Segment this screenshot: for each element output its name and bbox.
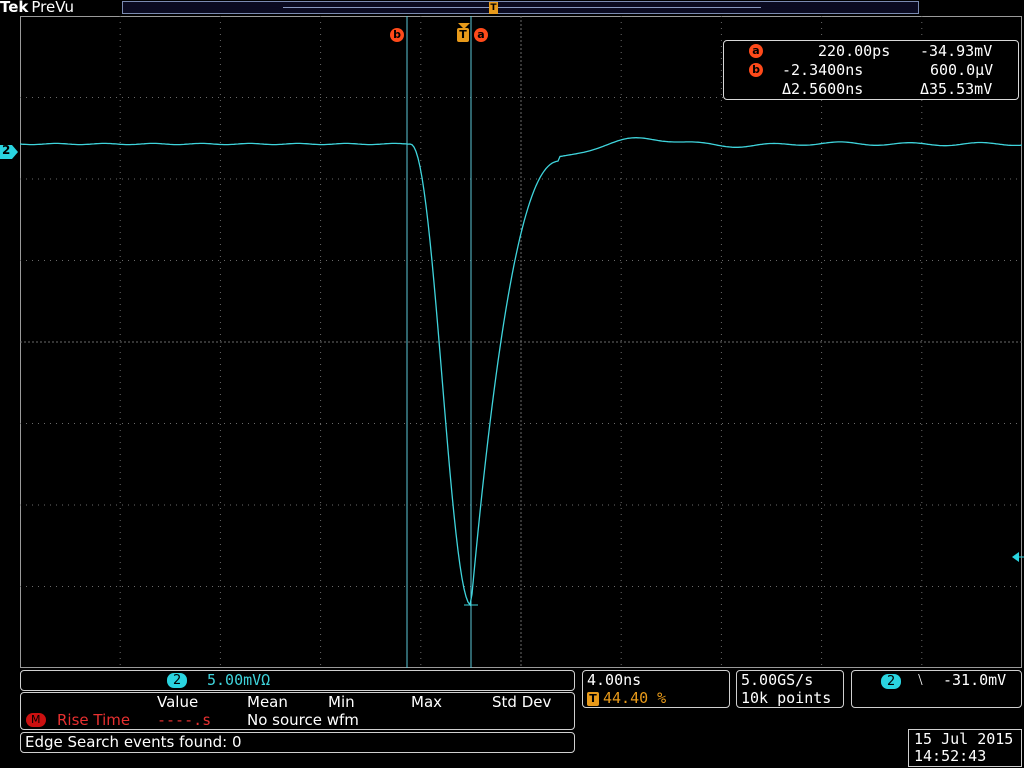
trigger-level: -31.0mV <box>943 671 1007 689</box>
horizontal-trigger-tag: T <box>587 692 599 706</box>
trigger-level-arrow-icon[interactable] <box>1012 548 1024 567</box>
header-min: Min <box>328 693 355 711</box>
channel-2-marker-label: 2 <box>2 143 11 157</box>
channel-scale-panel[interactable]: 2 5.00mVΩ <box>20 670 575 691</box>
readout-b-time: -2.3400ns <box>782 61 864 79</box>
trigger-channel-badge: 2 <box>881 674 902 689</box>
trigger-position-icon <box>458 14 470 29</box>
record-length: 10k points <box>741 689 832 707</box>
cursor-b-tag[interactable]: b <box>390 23 404 42</box>
acquisition-mode: PreVu <box>31 0 74 16</box>
record-trigger-marker[interactable]: T <box>489 2 498 14</box>
scale-value: 5.00mVΩ <box>207 671 271 689</box>
graticule[interactable] <box>20 16 1022 668</box>
sample-rate: 5.00GS/s <box>741 671 814 689</box>
readout-a-tag: a <box>749 44 763 58</box>
header-max: Max <box>411 693 443 711</box>
readout-b-value: 600.0µV <box>930 61 994 79</box>
datetime-panel: 15 Jul 2015 14:52:43 <box>908 729 1022 767</box>
measurement-value: ----.s <box>157 711 212 729</box>
falling-edge-icon: ⧵ <box>918 671 923 689</box>
header-value: Value <box>157 693 199 711</box>
date: 15 Jul 2015 <box>914 730 1014 748</box>
edge-search-text: Edge Search events found: 0 <box>25 733 242 751</box>
top-bar: Tek PreVu T <box>0 0 1024 16</box>
brand-logo: Tek <box>0 0 29 16</box>
cursor-b-label: b <box>390 28 404 42</box>
measurement-note: No source wfm <box>247 711 359 729</box>
trigger-tag[interactable]: T <box>457 23 469 42</box>
edge-search-panel[interactable]: Edge Search events found: 0 <box>20 732 575 753</box>
header-mean: Mean <box>247 693 288 711</box>
horizontal-position: 44.40 % <box>603 689 667 707</box>
readout-delta-value: Δ35.53mV <box>920 80 993 98</box>
trigger-panel[interactable]: 2 ⧵ -31.0mV <box>851 670 1022 708</box>
cursor-readout[interactable]: a 220.00ps -34.93mV b -2.3400ns 600.0µV … <box>723 40 1019 100</box>
horizontal-scale: 4.00ns <box>587 671 642 689</box>
measurement-label: Rise Time <box>57 711 131 729</box>
cursor-a-label: a <box>474 28 488 42</box>
readout-a-time: 220.00ps <box>818 42 891 60</box>
horizontal-panel[interactable]: 4.00ns T 44.40 % <box>582 670 730 708</box>
acquisition-panel[interactable]: 5.00GS/s 10k points <box>736 670 844 708</box>
measurement-badge: M <box>26 713 46 727</box>
record-view-window <box>283 7 761 8</box>
readout-b-tag: b <box>749 63 763 77</box>
brand: Tek PreVu <box>0 0 74 16</box>
measurement-panel[interactable]: Value Mean Min Max Std Dev M Rise Time -… <box>20 692 575 730</box>
trigger-tag-label: T <box>457 28 469 42</box>
time: 14:52:43 <box>914 747 987 765</box>
scale-channel-badge: 2 <box>167 673 188 688</box>
channel-2-marker[interactable]: 2 <box>0 143 18 159</box>
cursor-a-tag[interactable]: a <box>474 23 488 42</box>
readout-delta-time: Δ2.5600ns <box>782 80 864 98</box>
readout-a-value: -34.93mV <box>920 42 993 60</box>
header-std-dev: Std Dev <box>492 693 552 711</box>
